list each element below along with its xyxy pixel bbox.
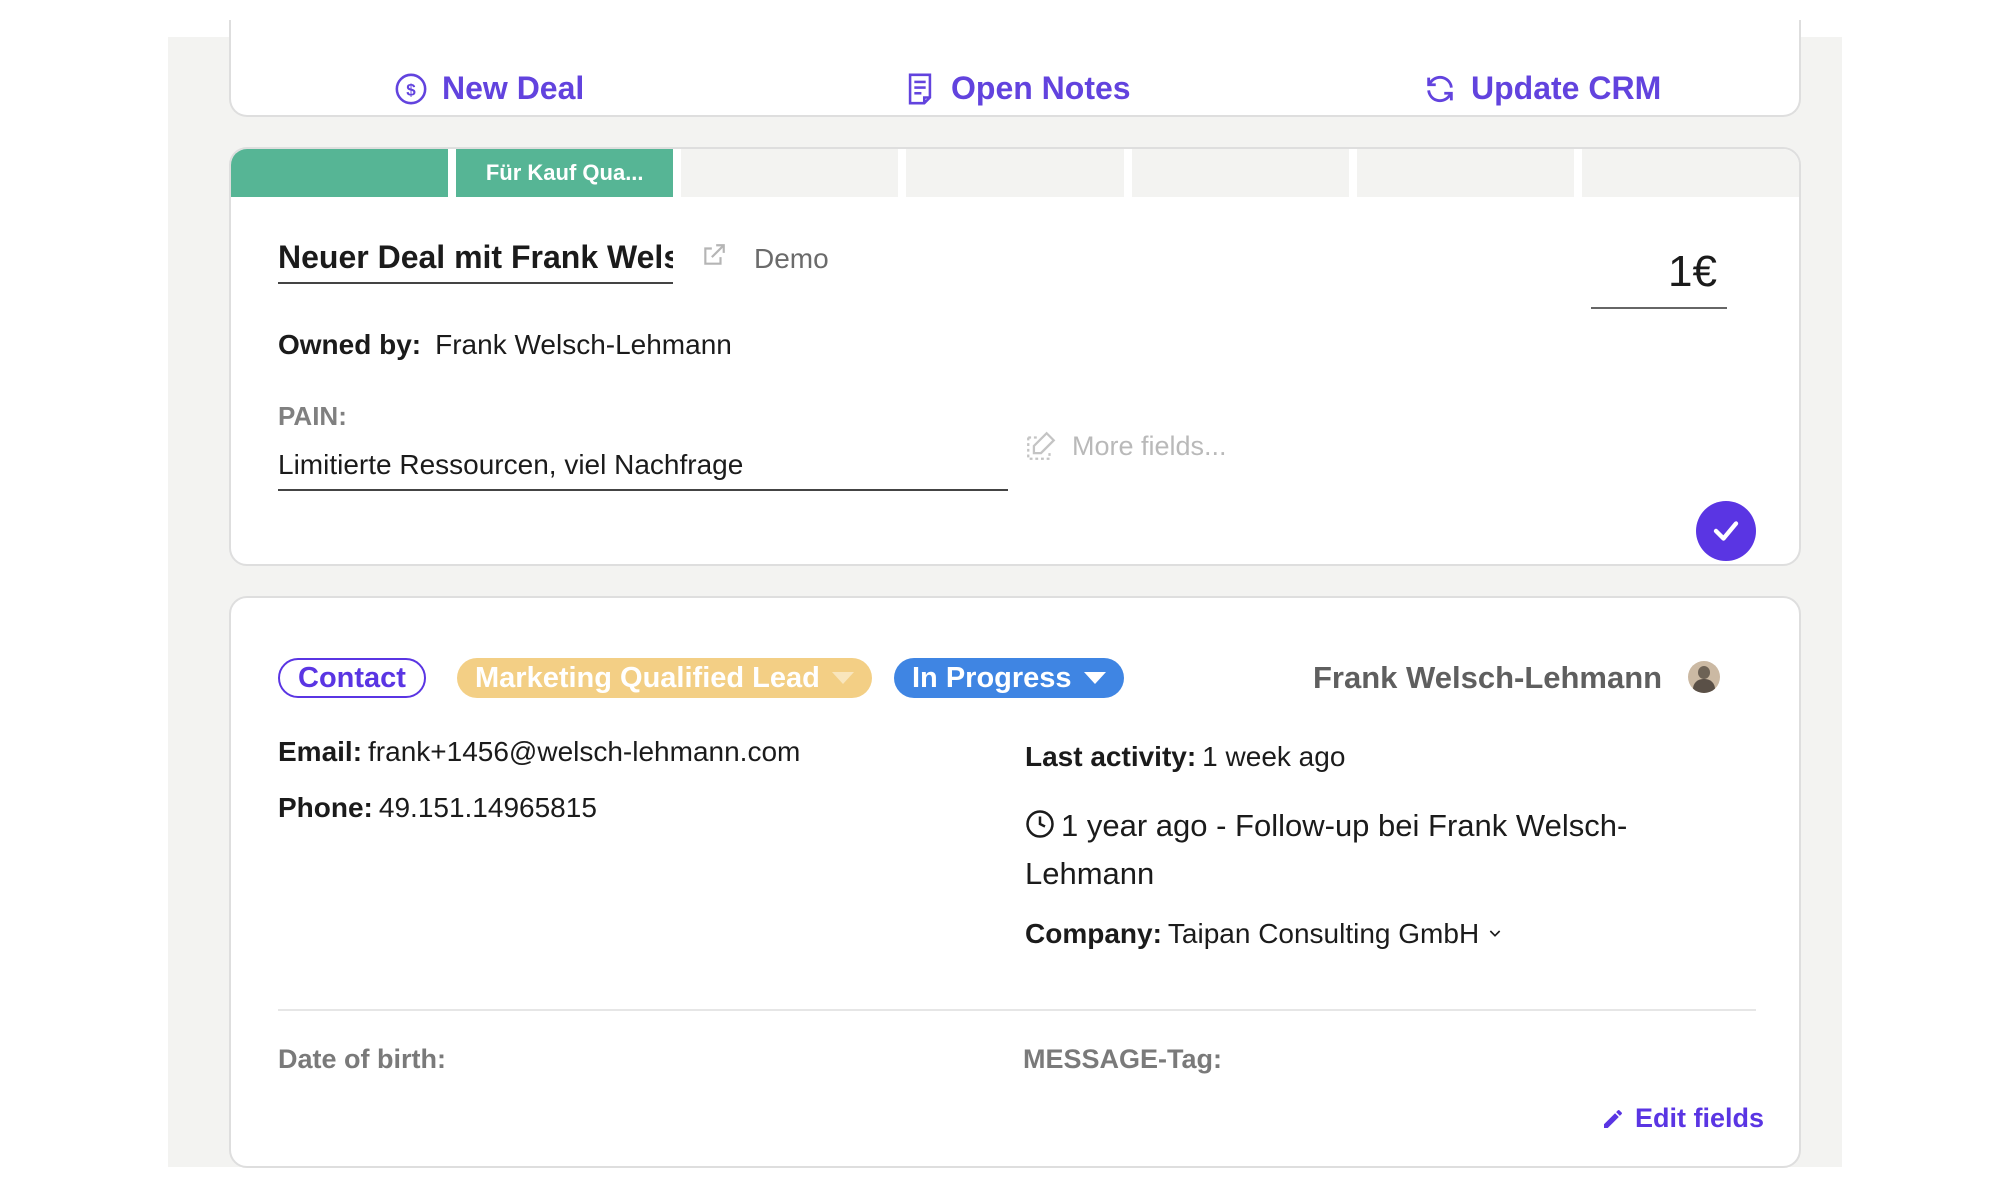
more-fields-label: More fields... [1072,430,1227,461]
edit-fields-label: Edit fields [1635,1103,1765,1133]
divider [278,1009,1756,1011]
stage-1[interactable] [231,149,449,197]
company-label: Company: [1025,918,1162,949]
new-deal-label: New Deal [442,70,585,106]
chevron-down-icon [831,672,854,684]
dollar-circle-icon: $ [395,73,427,104]
stage-5[interactable] [1131,149,1349,197]
new-deal-button[interactable]: $ New Deal [394,70,584,107]
last-activity: Last activity: 1 week ago [1025,741,1345,773]
chevron-down-icon [1083,672,1106,684]
contact-card: Contact Marketing Qualified Lead In Prog… [229,596,1801,1168]
email-field: Email: frank+1456@welsch-lehmann.com [278,736,800,768]
svg-text:$: $ [406,80,416,99]
owned-by-label: Owned by: [278,329,422,360]
stage-3[interactable] [681,149,899,197]
open-notes-button[interactable]: Open Notes [903,70,1131,107]
phone-label: Phone: [278,792,373,823]
company-value: Taipan Consulting GmbH [1167,918,1480,949]
action-bar: $ New Deal Open Notes Update CRM [229,20,1801,117]
stage-7[interactable] [1581,149,1799,197]
lifecycle-dropdown[interactable]: Marketing Qualified Lead [457,658,872,698]
owned-by-value: Frank Welsch-Lehmann [435,329,732,360]
update-crm-button[interactable]: Update CRM [1423,70,1661,107]
check-icon [1713,521,1739,541]
contact-owner: Frank Welsch-Lehmann [1313,660,1663,695]
pain-label: PAIN: [278,401,347,431]
phone-value[interactable]: 49.151.14965815 [379,792,597,823]
email-label: Email: [278,736,363,767]
lifecycle-label: Marketing Qualified Lead [475,661,820,694]
activity-entry-text: 1 year ago - Follow-up bei Frank Welsch-… [1025,808,1628,891]
dob-label: Date of birth: [278,1044,446,1074]
update-crm-label: Update CRM [1471,70,1662,106]
email-value[interactable]: frank+1456@welsch-lehmann.com [368,736,800,767]
deal-amount-input[interactable]: 1€ [1591,247,1727,309]
status-dropdown[interactable]: In Progress [894,658,1124,698]
last-activity-value: 1 week ago [1202,741,1346,772]
deal-title-input[interactable]: Neuer Deal mit Frank Welsch-Lehmann [278,239,673,284]
open-notes-label: Open Notes [951,70,1131,106]
stage-6[interactable] [1356,149,1574,197]
company-field[interactable]: Company: Taipan Consulting GmbH [1025,918,1503,950]
message-tag-label: MESSAGE-Tag: [1023,1044,1223,1074]
more-fields-button[interactable]: More fields... [1024,429,1227,463]
avatar [1688,661,1720,693]
clock-icon [1026,810,1054,838]
stage-2[interactable]: Für Kauf Qua... [456,149,674,197]
chevron-down-icon [1489,930,1501,937]
last-activity-label: Last activity: [1025,741,1197,772]
notes-icon [908,73,932,104]
pain-input[interactable]: Limitierte Ressourcen, viel Nachfrage [278,449,1008,491]
owned-by: Owned by: Frank Welsch-Lehmann [278,329,732,361]
deal-card: Für Kauf Qua... Neuer Deal mit Frank Wel… [229,147,1801,566]
confirm-button[interactable] [1696,501,1756,561]
deal-type: Demo [754,243,829,274]
external-link-icon[interactable] [701,242,727,268]
stage-4[interactable] [906,149,1124,197]
refresh-icon [1427,75,1453,102]
edit-dashed-icon [1027,431,1056,460]
contact-type-pill[interactable]: Contact [278,658,426,698]
edit-fields-button[interactable]: Edit fields [1601,1103,1764,1134]
pipeline-stages: Für Kauf Qua... [231,149,1799,197]
pencil-icon [1604,1109,1622,1128]
status-label: In Progress [912,661,1072,694]
phone-field: Phone: 49.151.14965815 [278,792,597,824]
activity-entry[interactable]: 1 year ago - Follow-up bei Frank Welsch-… [1025,802,1705,898]
